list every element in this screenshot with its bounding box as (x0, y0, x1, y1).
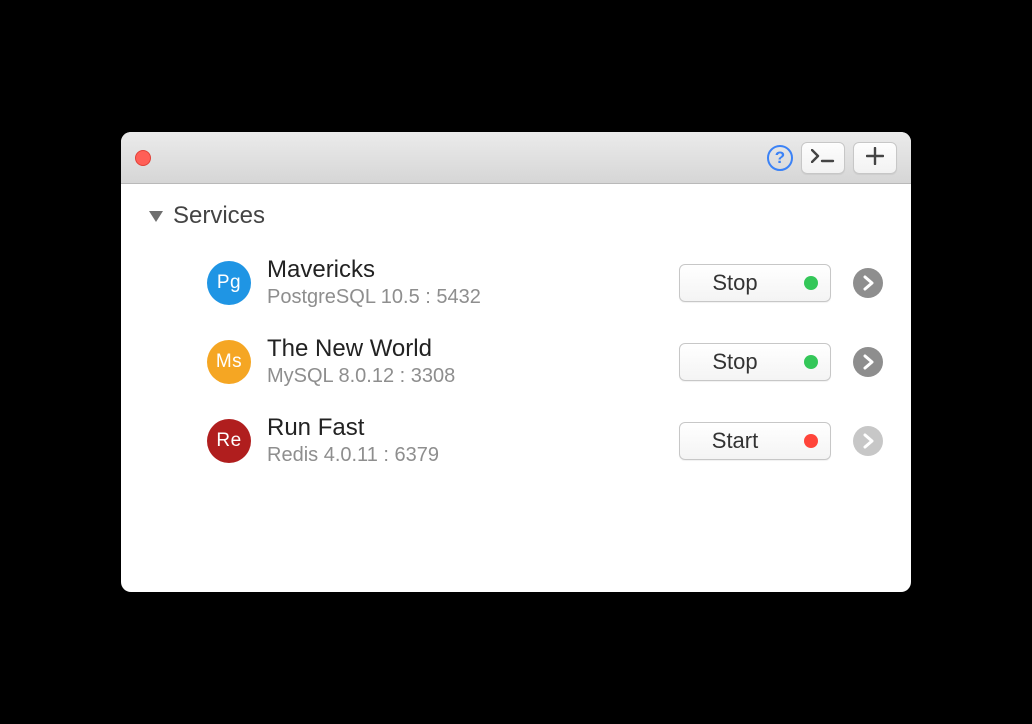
service-subtitle: Redis 4.0.11 : 6379 (267, 444, 679, 467)
action-button-label: Start (680, 428, 790, 454)
terminal-icon (811, 147, 835, 168)
service-text: MavericksPostgreSQL 10.5 : 5432 (267, 256, 679, 309)
service-badge-icon: Ms (207, 340, 251, 384)
service-subtitle: MySQL 8.0.12 : 3308 (267, 365, 679, 388)
action-button-label: Stop (680, 270, 790, 296)
app-window: ? Services PgMav (121, 132, 911, 592)
service-name: Run Fast (267, 414, 679, 442)
service-badge-icon: Re (207, 419, 251, 463)
stop-button[interactable]: Stop (679, 343, 831, 381)
service-name: Mavericks (267, 256, 679, 284)
plus-icon (866, 145, 884, 171)
start-button[interactable]: Start (679, 422, 831, 460)
service-badge-icon: Pg (207, 261, 251, 305)
stop-button[interactable]: Stop (679, 264, 831, 302)
service-name: The New World (267, 335, 679, 363)
service-text: The New WorldMySQL 8.0.12 : 3308 (267, 335, 679, 388)
titlebar: ? (121, 132, 911, 184)
service-row[interactable]: Ms The New WorldMySQL 8.0.12 : 3308Stop (149, 327, 883, 406)
open-service-arrow-icon (853, 426, 883, 456)
add-service-button[interactable] (853, 142, 897, 174)
service-row[interactable]: Re Run FastRedis 4.0.11 : 6379Start (149, 406, 883, 485)
section-title: Services (173, 202, 265, 230)
status-indicator-icon (804, 355, 818, 369)
service-subtitle: PostgreSQL 10.5 : 5432 (267, 286, 679, 309)
close-window-button[interactable] (135, 150, 151, 166)
help-icon: ? (767, 145, 793, 171)
open-terminal-button[interactable] (801, 142, 845, 174)
section-header[interactable]: Services (149, 202, 883, 230)
status-indicator-icon (804, 276, 818, 290)
status-indicator-icon (804, 434, 818, 448)
open-service-arrow-icon[interactable] (853, 347, 883, 377)
action-button-label: Stop (680, 349, 790, 375)
help-button[interactable]: ? (767, 145, 793, 171)
service-row[interactable]: Pg MavericksPostgreSQL 10.5 : 5432Stop (149, 248, 883, 327)
disclosure-triangle-icon (149, 202, 163, 230)
content-area: Services Pg MavericksPostgreSQL 10.5 : 54… (121, 184, 911, 592)
open-service-arrow-icon[interactable] (853, 268, 883, 298)
service-text: Run FastRedis 4.0.11 : 6379 (267, 414, 679, 467)
services-list: PgMavericksPostgreSQL 10.5 : 5432StopMsT… (149, 248, 883, 485)
